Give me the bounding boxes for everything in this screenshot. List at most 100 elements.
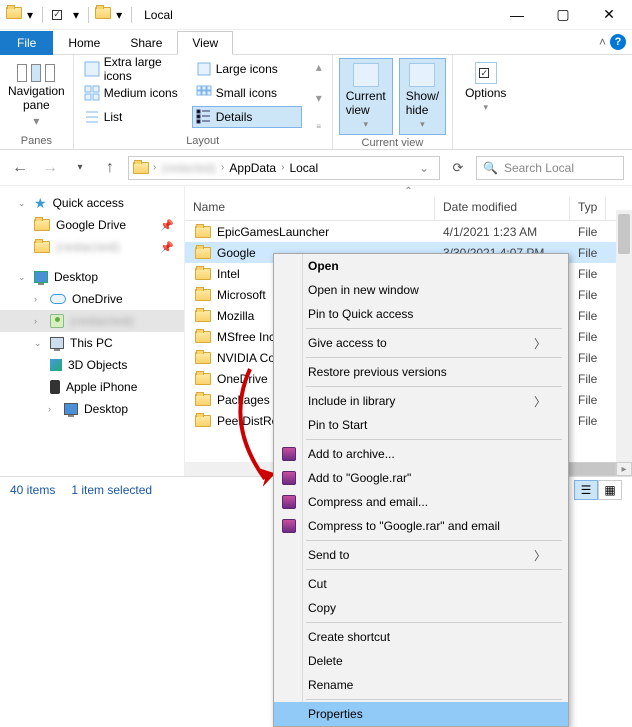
ctx-open[interactable]: Open: [274, 254, 568, 278]
navigation-pane-button[interactable]: Navigation pane ▾: [6, 58, 67, 133]
file-type: File: [570, 309, 597, 323]
tab-share[interactable]: Share: [115, 31, 177, 55]
help-button[interactable]: ?: [610, 34, 626, 50]
scroll-up-indicator[interactable]: ⌃: [185, 186, 632, 197]
close-button[interactable]: ✕: [586, 0, 632, 30]
column-type[interactable]: Typ: [570, 197, 606, 220]
ctx-delete[interactable]: Delete: [274, 649, 568, 673]
ctx-include-in-library[interactable]: Include in library〉: [274, 389, 568, 413]
nav-this-pc[interactable]: ⌄This PC: [0, 332, 184, 354]
file-name: Microsoft: [217, 288, 266, 302]
table-row[interactable]: EpicGamesLauncher4/1/2021 1:23 AMFile: [185, 221, 632, 242]
minimize-ribbon-button[interactable]: ˄: [599, 35, 606, 49]
file-name: Google: [217, 246, 256, 260]
status-item-count: 40 items: [10, 483, 55, 497]
folder-icon: [195, 247, 211, 259]
qat-dropdown-3[interactable]: ▾: [113, 6, 125, 24]
view-thumbnails-toggle[interactable]: ▦: [598, 480, 622, 500]
nav-item-redacted[interactable]: (redacted)📌: [0, 236, 184, 258]
chevron-right-icon: 〉: [534, 547, 546, 564]
nav-desktop-2[interactable]: ›Desktop: [0, 398, 184, 420]
ctx-send-to[interactable]: Send to〉: [274, 543, 568, 567]
ctx-create-shortcut[interactable]: Create shortcut: [274, 625, 568, 649]
ctx-cut[interactable]: Cut: [274, 572, 568, 596]
tab-home[interactable]: Home: [53, 31, 115, 55]
layout-scroll[interactable]: ▴▾≡: [312, 58, 326, 133]
folder-icon: [195, 415, 211, 427]
file-type: File: [570, 288, 597, 302]
ctx-open-new-window[interactable]: Open in new window: [274, 278, 568, 302]
view-small-icons[interactable]: Small icons: [192, 82, 302, 104]
search-icon: 🔍: [483, 161, 498, 175]
user-icon: [50, 314, 64, 328]
vertical-scrollbar[interactable]: [616, 210, 632, 462]
nav-user[interactable]: ›(redacted): [0, 310, 184, 332]
navigation-tree[interactable]: ⌄★Quick access Google Drive📌 (redacted)📌…: [0, 186, 185, 476]
breadcrumb-segment[interactable]: AppData: [226, 161, 279, 175]
view-list[interactable]: List: [80, 106, 190, 128]
tab-file[interactable]: File: [0, 31, 53, 55]
navigation-pane-label: Navigation pane: [8, 84, 65, 112]
folder-icon: [95, 7, 111, 23]
ctx-properties[interactable]: Properties: [274, 702, 568, 726]
recent-locations-button[interactable]: ▾: [68, 156, 92, 180]
up-button[interactable]: ↑: [98, 156, 122, 180]
star-icon: ★: [34, 195, 47, 212]
chevron-right-icon: 〉: [534, 393, 546, 410]
folder-icon: [195, 226, 211, 238]
ctx-add-to-archive[interactable]: Add to archive...: [274, 442, 568, 466]
qat-dropdown-2[interactable]: ▾: [70, 6, 82, 24]
tab-view[interactable]: View: [177, 31, 233, 55]
show-hide-button[interactable]: Show/ hide▾: [399, 58, 446, 135]
file-type: File: [570, 225, 597, 239]
address-dropdown[interactable]: ⌄: [413, 161, 435, 175]
options-button[interactable]: ✓ Options▾: [459, 58, 512, 133]
ctx-give-access-to[interactable]: Give access to〉: [274, 331, 568, 355]
breadcrumb-segment[interactable]: Local: [286, 161, 321, 175]
forward-button[interactable]: →: [38, 156, 62, 180]
nav-apple-iphone[interactable]: Apple iPhone: [0, 376, 184, 398]
ctx-pin-quick-access[interactable]: Pin to Quick access: [274, 302, 568, 326]
ctx-add-to-rar[interactable]: Add to "Google.rar": [274, 466, 568, 490]
view-medium-icons[interactable]: Medium icons: [80, 82, 190, 104]
ctx-pin-to-start[interactable]: Pin to Start: [274, 413, 568, 437]
folder-icon: [6, 7, 22, 23]
minimize-button[interactable]: —: [494, 0, 540, 30]
breadcrumb[interactable]: › (redacted)› AppData› Local ⌄: [128, 156, 440, 180]
nav-onedrive[interactable]: ›OneDrive: [0, 288, 184, 310]
qat-properties-checkbox-icon[interactable]: ✓: [49, 8, 68, 22]
back-button[interactable]: ←: [8, 156, 32, 180]
winrar-icon: [282, 447, 296, 461]
nav-desktop[interactable]: ⌄Desktop: [0, 266, 184, 288]
cube-icon: [50, 359, 62, 371]
column-date[interactable]: Date modified: [435, 197, 570, 220]
file-name: MSfree Inc: [217, 330, 275, 344]
ctx-compress-email[interactable]: Compress and email...: [274, 490, 568, 514]
current-view-button[interactable]: Current view▾: [339, 58, 393, 135]
view-large-icons[interactable]: Large icons: [192, 58, 302, 80]
view-details[interactable]: Details: [192, 106, 302, 128]
nav-quick-access[interactable]: ⌄★Quick access: [0, 192, 184, 214]
folder-icon: [195, 268, 211, 280]
view-extra-large-icons[interactable]: Extra large icons: [80, 58, 190, 80]
maximize-button[interactable]: ▢: [540, 0, 586, 30]
address-bar: ← → ▾ ↑ › (redacted)› AppData› Local ⌄ ⟳…: [0, 150, 632, 186]
ribbon-group-panes: Navigation pane ▾ Panes: [0, 55, 74, 149]
refresh-button[interactable]: ⟳: [446, 156, 470, 180]
ctx-rename[interactable]: Rename: [274, 673, 568, 697]
search-box[interactable]: 🔍 Search Local: [476, 156, 624, 180]
folder-icon: [195, 310, 211, 322]
ctx-compress-rar-email[interactable]: Compress to "Google.rar" and email: [274, 514, 568, 538]
status-selection: 1 item selected: [71, 483, 152, 497]
qat-dropdown[interactable]: ▾: [24, 6, 36, 24]
breadcrumb-segment[interactable]: (redacted): [158, 161, 219, 175]
window-title: Local: [144, 8, 173, 22]
nav-3d-objects[interactable]: 3D Objects: [0, 354, 184, 376]
winrar-icon: [282, 495, 296, 509]
ctx-restore-previous[interactable]: Restore previous versions: [274, 360, 568, 384]
view-details-toggle[interactable]: ☰: [574, 480, 598, 500]
ctx-copy[interactable]: Copy: [274, 596, 568, 620]
column-name[interactable]: Name: [185, 197, 435, 220]
nav-google-drive[interactable]: Google Drive📌: [0, 214, 184, 236]
phone-icon: [50, 380, 60, 394]
